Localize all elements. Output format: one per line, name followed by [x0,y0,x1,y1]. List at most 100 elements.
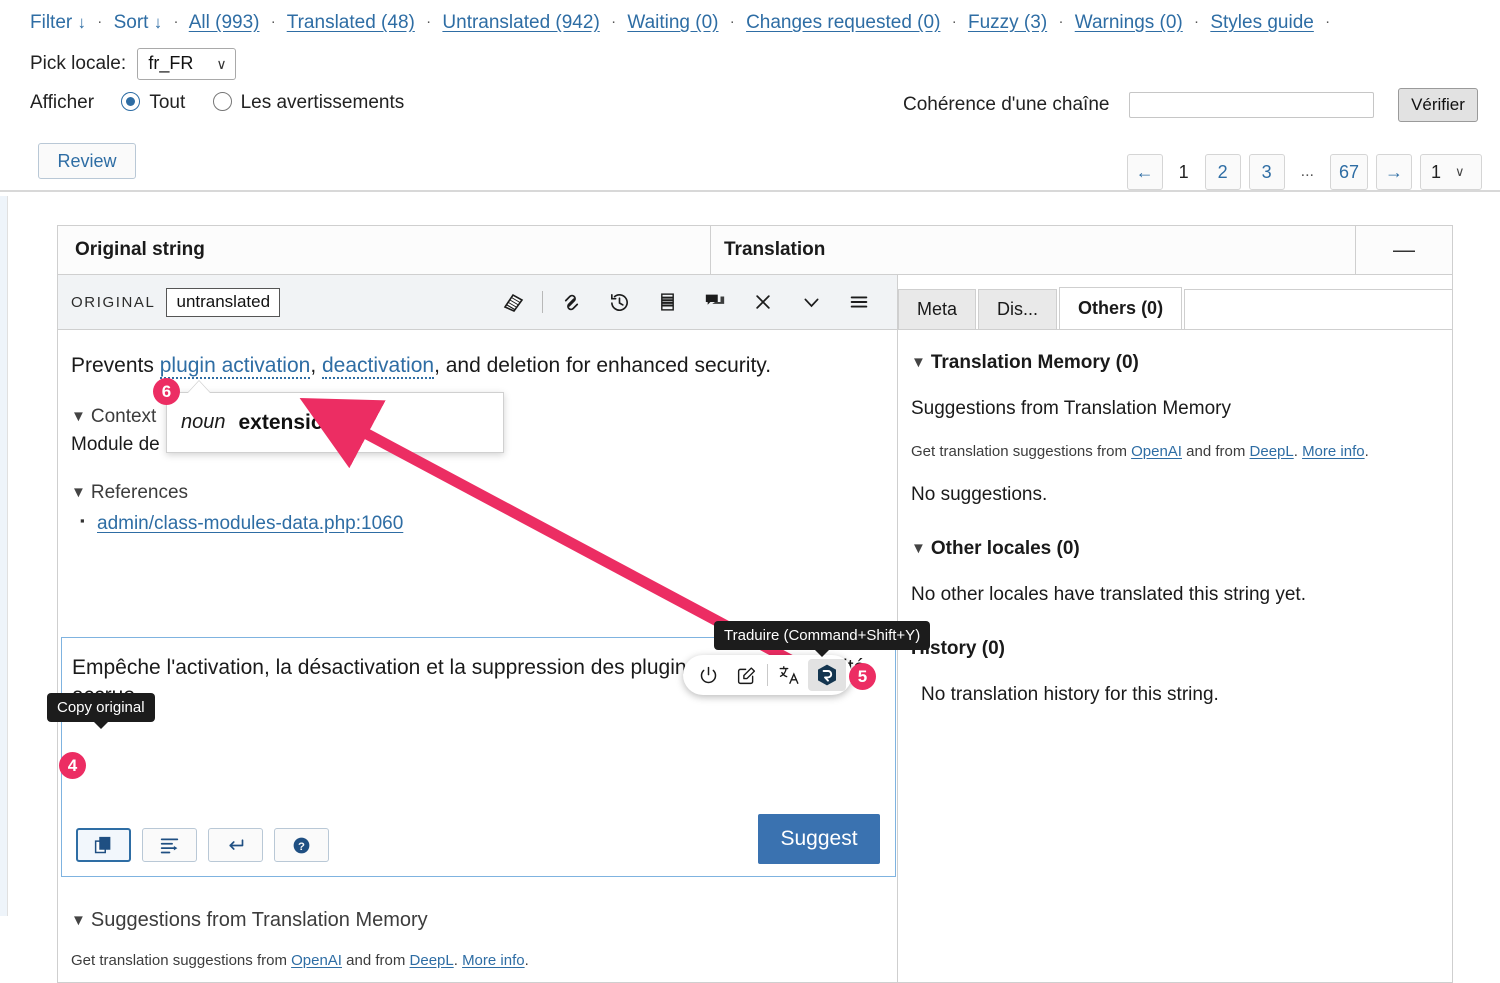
pagination-last-page[interactable]: 67 [1329,154,1368,190]
glossary-term-deactivation[interactable]: deactivation [322,354,435,379]
source-text-before: Prevents [71,354,160,377]
filter-link-waiting[interactable]: Waiting (0) [627,12,718,33]
app-root: Filter ↓ · Sort ↓ · All (993) · Translat… [0,0,1500,983]
filter-link-untranslated[interactable]: Untranslated (942) [442,12,599,33]
insert-placeholder-button[interactable] [142,828,197,862]
note-mid: and from [1181,443,1250,460]
separator-dot: · [173,13,179,30]
collapse-button[interactable]: — [1356,226,1452,274]
edit-icon[interactable] [727,659,765,691]
note-sep: . [453,952,463,969]
separator-dot: · [1194,13,1200,30]
toolbar-icons [490,282,897,322]
suggest-button[interactable]: Suggest [758,814,880,864]
filter-arrow-icon: ↓ [77,13,87,32]
chevron-down-icon: ▼ [71,912,86,929]
suggestions-tm-heading[interactable]: ▼ Suggestions from Translation Memory [71,909,878,932]
top-toolbar: Filter ↓ · Sort ↓ · All (993) · Translat… [0,0,1500,192]
pagination-prev[interactable]: ← [1126,154,1163,190]
annotation-badge-6: 6 [153,378,180,405]
filter-link-changes-requested[interactable]: Changes requested (0) [746,12,940,33]
glossary-term-plugin-activation[interactable]: plugin activation [159,354,311,379]
reference-link[interactable]: admin/class-modules-data.php:1060 [97,513,403,534]
chevron-down-icon: ▼ [71,408,86,426]
locale-select[interactable]: fr_FR ∨ [137,48,236,80]
pagination-page-2[interactable]: 2 [1204,154,1241,190]
sort-toggle[interactable]: Sort ↓ [114,12,163,33]
filter-link-translated[interactable]: Translated (48) [287,12,415,33]
consistency-input[interactable] [1128,92,1374,118]
display-options-row: Afficher Tout Les avertissements [30,92,404,114]
more-info-link[interactable]: More info [1302,443,1365,460]
status-badge: untranslated [166,287,281,317]
other-locales-empty: No other locales have translated this st… [911,584,1306,605]
comments-icon[interactable] [691,282,739,322]
glossary-popup: noun extension [166,392,504,453]
pagination-page-3[interactable]: 3 [1248,154,1285,190]
separator-dot: · [729,13,735,30]
toolbar-divider [767,664,768,686]
pagination-select[interactable]: 1 ∨ [1420,154,1482,190]
locale-value: fr_FR [148,53,194,73]
deepl-icon[interactable] [808,659,846,691]
filter-link-all[interactable]: All (993) [189,12,260,33]
more-info-link[interactable]: More info [462,952,525,969]
glossary-popup-arrow [188,381,210,393]
openai-link[interactable]: OpenAI [1131,443,1182,460]
others-panel: ▼ Translation Memory (0) Suggestions from… [898,330,1452,982]
consistency-label: Cohérence d'une chaîne [903,94,1110,116]
chevron-down-icon: ▼ [911,540,926,557]
newline-button[interactable] [208,828,263,862]
tooltip-translate: Traduire (Command+Shift+Y) [714,621,931,657]
tab-discussion[interactable]: Dis... [978,289,1058,329]
chevron-down-icon[interactable] [787,282,835,322]
toolbar-divider [542,291,543,313]
filter-link-styles-guide[interactable]: Styles guide [1210,12,1314,33]
tab-meta[interactable]: Meta [898,289,977,329]
verify-button[interactable]: Vérifier [1398,88,1478,122]
deepl-link[interactable]: DeepL [410,952,454,969]
chevron-down-icon: ▼ [911,354,926,371]
pagination-ellipsis: ... [1300,163,1314,180]
menu-icon[interactable] [835,282,883,322]
editor-toolbar-row: ORIGINAL untranslated Meta Dis... Others… [58,275,1452,330]
history-heading[interactable]: History (0) [911,638,1430,660]
pagination-next[interactable]: → [1376,154,1412,190]
radio-all[interactable] [121,92,141,111]
other-locales-heading[interactable]: ▼ Other locales (0) [911,538,1430,560]
deepl-link[interactable]: DeepL [1250,443,1294,460]
translation-memory-heading[interactable]: ▼ Translation Memory (0) [911,352,1430,374]
chevron-down-icon: ∨ [1455,164,1465,179]
list-icon[interactable] [643,282,691,322]
power-icon[interactable] [689,659,727,691]
left-rail [0,196,8,916]
radio-warnings-label[interactable]: Les avertissements [241,92,405,113]
suggestions-tm-heading-label: Suggestions from Translation Memory [90,909,428,931]
eraser-icon[interactable] [490,282,538,322]
locale-label: Pick locale: [30,53,127,74]
radio-all-label[interactable]: Tout [149,92,185,113]
filter-toggle[interactable]: Filter ↓ [30,12,86,33]
close-icon[interactable] [739,282,787,322]
tab-others[interactable]: Others (0) [1059,287,1183,329]
display-label: Afficher [30,92,95,113]
filter-link-warnings[interactable]: Warnings (0) [1075,12,1183,33]
translate-icon[interactable] [770,659,808,691]
original-label: ORIGINAL [71,293,156,311]
references-list: admin/class-modules-data.php:1060 [71,513,877,535]
filter-link-fuzzy[interactable]: Fuzzy (3) [968,12,1047,33]
translation-memory-note: Get translation suggestions from OpenAI … [911,443,1430,460]
annotation-badge-5: 5 [849,663,876,690]
source-text-after: , and deletion for enhanced security. [434,354,772,377]
openai-link[interactable]: OpenAI [291,952,342,969]
help-button[interactable]: ? [274,828,329,862]
radio-warnings[interactable] [212,92,232,111]
consistency-row: Cohérence d'une chaîne [903,92,1374,118]
copy-original-button[interactable] [76,828,131,862]
column-header-original: Original string [58,226,711,274]
chevron-down-icon: ∨ [216,56,227,72]
link-icon[interactable] [547,282,595,322]
review-button[interactable]: Review [38,143,136,179]
history-icon[interactable] [595,282,643,322]
references-heading[interactable]: ▼ References [71,482,877,504]
